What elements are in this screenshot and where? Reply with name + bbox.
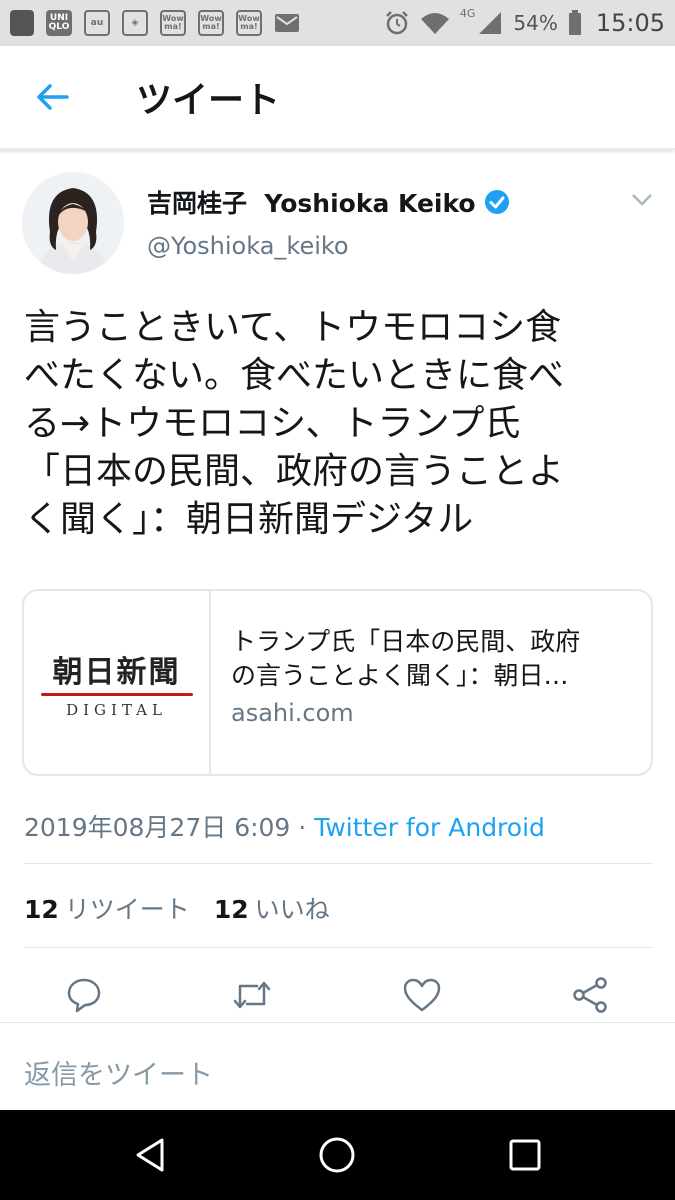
reply-composer[interactable]: 返信をツイート: [0, 1022, 675, 1110]
notification-icons: UNI QLO au ◈ Wow ma! Wow ma! Wow ma!: [10, 10, 384, 36]
signal-icon: [479, 12, 502, 34]
mail-icon: [275, 14, 299, 32]
back-arrow-icon: [37, 84, 69, 110]
like-label: いいね: [254, 895, 330, 924]
timestamp: 2019年08月27日 6:09 ·: [24, 813, 315, 842]
back-button[interactable]: [26, 71, 78, 123]
card-domain: asahi.com: [231, 699, 354, 727]
triangle-back-icon: [136, 1138, 164, 1172]
tweet-stats: 12 リツイート 12 いいね: [24, 890, 330, 926]
tweet-text-line: 言うこときいて、トウモロコシ食: [24, 307, 562, 348]
page-title: ツイート: [136, 80, 281, 121]
divider: [24, 863, 653, 864]
battery-icon: [568, 10, 581, 35]
tweet-text-line: る→トウモロコシ、トランプ氏: [24, 403, 521, 444]
heart-icon: [403, 978, 441, 1012]
app-icon: ◈: [122, 10, 148, 36]
like-count: 12: [213, 895, 249, 924]
client-link[interactable]: Twitter for Android: [314, 813, 545, 842]
divider: [24, 947, 653, 948]
avatar-image: [22, 172, 124, 274]
like-stat[interactable]: 12 いいね: [214, 890, 330, 926]
reply-button[interactable]: [57, 968, 111, 1022]
retweet-icon: [233, 981, 271, 1009]
square-recents-icon: [509, 1139, 541, 1171]
logo-subtitle: DIGITAL: [66, 700, 167, 719]
tweet-text: 言うこときいて、トウモロコシ食 べたくない。食べたいときに食べ る→トウモロコシ…: [24, 304, 654, 544]
app-bar: ツイート: [0, 46, 675, 150]
tweet-text-line: べたくない。食べたいときに食べ: [24, 355, 565, 396]
wifi-icon: [420, 13, 449, 34]
tweet-meta: 2019年08月27日 6:09 · Twitter for Android: [24, 808, 545, 844]
reply-placeholder: 返信をツイート: [24, 1060, 213, 1091]
retweet-button[interactable]: [225, 968, 279, 1022]
action-bar: [0, 968, 675, 1022]
retweet-stat[interactable]: 12 リツイート: [24, 890, 190, 926]
network-type: 4G: [459, 7, 476, 20]
asahi-logo: 朝日新聞: [52, 654, 181, 690]
reply-icon: [67, 978, 101, 1013]
retweet-label: リツイート: [64, 895, 190, 924]
system-nav-bar: [0, 1110, 675, 1200]
wowma-icon: Wow ma!: [236, 10, 262, 36]
share-button[interactable]: [563, 968, 617, 1022]
wowma-icon: Wow ma!: [160, 10, 186, 36]
battery-percent: 54%: [513, 11, 558, 35]
card-title-line: トランプ氏「日本の民間、政府: [231, 627, 581, 656]
wowma-icon: Wow ma!: [198, 10, 224, 36]
logo-underline: [40, 692, 193, 696]
card-title-line: の言うことよく聞く」：朝日…: [231, 661, 569, 690]
alarm-icon: [385, 11, 408, 35]
avatar[interactable]: [22, 172, 124, 274]
display-name[interactable]: 吉岡桂子 Yoshioka Keiko: [147, 184, 476, 220]
nav-home-button[interactable]: [314, 1132, 360, 1178]
uniqlo-icon: UNI QLO: [46, 10, 72, 36]
author-name-row: 吉岡桂子 Yoshioka Keiko: [147, 184, 510, 220]
tweet-text-line: 「日本の民間、政府の言うことよ: [24, 451, 565, 492]
notification-icon: [10, 10, 34, 36]
status-bar: UNI QLO au ◈ Wow ma! Wow ma! Wow ma! 4G …: [0, 0, 675, 46]
tweet-text-line: く聞く」：朝日新聞デジタル: [24, 499, 474, 540]
nav-recents-button[interactable]: [502, 1132, 548, 1178]
retweet-count: 12: [24, 895, 59, 924]
like-button[interactable]: [395, 968, 449, 1022]
card-info: トランプ氏「日本の民間、政府 の言うことよく聞く」：朝日… asahi.com: [211, 591, 651, 774]
au-icon: au: [84, 10, 110, 36]
user-handle[interactable]: @Yoshioka_keiko: [147, 232, 349, 260]
chevron-down-icon[interactable]: [630, 192, 654, 208]
card-thumbnail: 朝日新聞 DIGITAL: [24, 591, 211, 774]
card-title: トランプ氏「日本の民間、政府 の言うことよく聞く」：朝日…: [231, 625, 631, 693]
clock: 15:05: [595, 9, 665, 37]
verified-badge-icon: [484, 190, 509, 214]
share-icon: [573, 977, 607, 1013]
nav-back-button[interactable]: [127, 1132, 173, 1178]
circle-home-icon: [319, 1137, 355, 1173]
link-card[interactable]: 朝日新聞 DIGITAL トランプ氏「日本の民間、政府 の言うことよく聞く」：朝…: [22, 589, 653, 776]
